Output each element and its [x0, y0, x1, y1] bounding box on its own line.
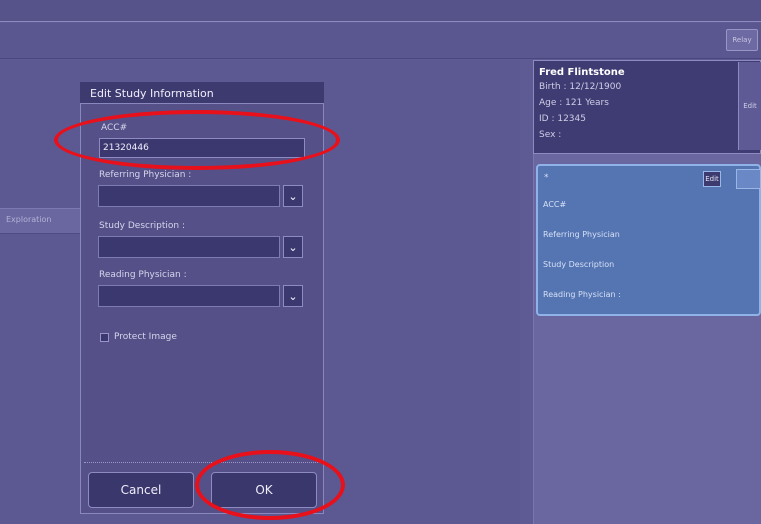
patient-age: Age : 121 Years	[539, 98, 609, 108]
study-edit-button[interactable]: Edit	[703, 171, 721, 187]
cancel-button[interactable]: Cancel	[88, 472, 194, 508]
study-description-select[interactable]	[98, 236, 280, 258]
patient-edit-tab[interactable]: Edit	[738, 62, 761, 150]
study-description-label: Study Description :	[99, 221, 185, 231]
top-bar	[0, 0, 761, 22]
referring-physician-select[interactable]	[98, 185, 280, 207]
reading-physician-select[interactable]	[98, 285, 280, 307]
chevron-down-icon: ⌄	[288, 240, 298, 254]
protect-image-checkbox[interactable]	[100, 333, 109, 342]
study-card-referring: Referring Physician	[543, 230, 620, 239]
patient-name: Fred Flintstone	[539, 67, 625, 78]
reading-physician-label: Reading Physician :	[99, 270, 187, 280]
annotation-oval-ok	[195, 450, 345, 520]
reading-dropdown-button[interactable]: ⌄	[283, 285, 303, 307]
patient-sex: Sex :	[539, 130, 562, 140]
annotation-oval-acc	[54, 110, 340, 170]
study-star-icon: *	[544, 173, 549, 183]
referring-dropdown-button[interactable]: ⌄	[283, 185, 303, 207]
protect-image-label: Protect Image	[114, 332, 177, 342]
study-extra-button[interactable]	[736, 169, 761, 189]
toolbar	[0, 23, 761, 59]
study-card-reading: Reading Physician :	[543, 290, 621, 299]
toolbar-button[interactable]: Relay	[726, 29, 758, 51]
chevron-down-icon: ⌄	[288, 289, 298, 303]
patient-birth: Birth : 12/12/1900	[539, 82, 622, 92]
patient-id: ID : 12345	[539, 114, 586, 124]
referring-physician-label: Referring Physician :	[99, 170, 192, 180]
dialog-title: Edit Study Information	[80, 82, 324, 104]
study-list-row-text: Exploration	[6, 215, 52, 224]
study-card-acc: ACC#	[543, 200, 567, 209]
study-card-description: Study Description	[543, 260, 615, 269]
study-description-dropdown-button[interactable]: ⌄	[283, 236, 303, 258]
chevron-down-icon: ⌄	[288, 189, 298, 203]
